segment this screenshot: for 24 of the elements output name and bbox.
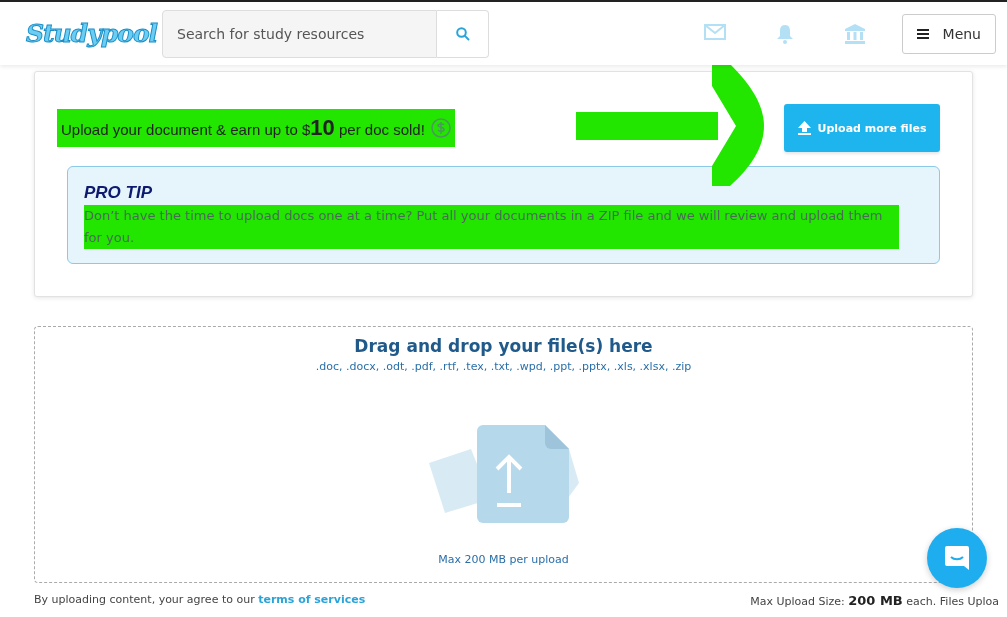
upload-limits-text: Max Upload Size: 200 MB each. Files Uploa <box>750 593 999 608</box>
upload-more-files-button[interactable]: Upload more files <box>784 104 940 152</box>
bell-icon[interactable] <box>775 23 794 44</box>
bank-icon[interactable] <box>843 23 866 44</box>
logo[interactable]: Studypool <box>26 19 162 48</box>
max-size-note: Max 200 MB per upload <box>438 553 569 566</box>
dropzone-title: Drag and drop your file(s) here <box>354 336 653 356</box>
search-button[interactable] <box>437 9 489 58</box>
pro-tip-text: Don’t have the time to upload docs one at a time? Put all your documents in a ZIP file and we will review and upload them for you. <box>84 205 899 249</box>
agreement-text: By uploading content, your agree to our terms of services <box>34 593 366 608</box>
promo-text: Upload your document & earn up to $10 per doc sold! <box>57 109 455 147</box>
search-field[interactable]: Search for study resources <box>162 9 437 58</box>
menu-button[interactable]: Menu <box>901 13 996 54</box>
file-formats: .doc, .docx, .odt, .pdf, .rtf, .tex, .txt, .wpd, .ppt, .pptx, .xls, .xlsx, .zip <box>315 360 692 373</box>
pro-tip-title: PRO TIP <box>84 183 153 203</box>
chat-icon <box>943 544 971 572</box>
upload-icon <box>797 121 811 135</box>
chat-button[interactable] <box>927 528 987 588</box>
search-icon <box>455 26 470 41</box>
mail-icon[interactable] <box>703 23 726 40</box>
file-upload-drawing[interactable] <box>428 423 579 523</box>
dollar-icon <box>430 118 451 138</box>
menu-icon <box>916 28 929 39</box>
terms-link[interactable]: terms of services <box>258 593 366 606</box>
